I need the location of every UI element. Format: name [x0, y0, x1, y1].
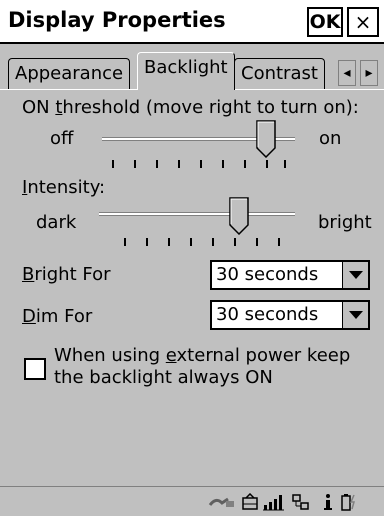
dim-for-label: Dim For	[22, 306, 93, 327]
intensity-max-label: bright	[318, 212, 372, 233]
intensity-slider-thumb[interactable]	[229, 197, 249, 235]
chevron-down-icon[interactable]	[342, 262, 368, 288]
signal-icon[interactable]	[262, 493, 286, 511]
connectivity-icon[interactable]	[208, 493, 236, 511]
intensity-ticks	[110, 238, 290, 246]
intensity-label: Intensity:	[22, 177, 106, 198]
battery-icon[interactable]	[340, 493, 360, 511]
intensity-slider-track[interactable]	[99, 212, 295, 216]
taskbar	[0, 486, 384, 516]
tab-strip: Appearance Backlight Contrast ◂ ▸	[0, 44, 384, 90]
close-button[interactable]: ×	[347, 7, 379, 37]
threshold-max-label: on	[319, 128, 342, 149]
display-properties-window: Display Properties OK × Appearance Backl…	[0, 0, 384, 516]
intensity-min-label: dark	[36, 212, 77, 233]
title-bar: Display Properties OK ×	[0, 0, 384, 44]
external-power-label: When using external power keep the backl…	[54, 345, 351, 388]
threshold-slider-thumb[interactable]	[256, 120, 276, 158]
dim-for-select[interactable]: 30 seconds	[210, 300, 370, 330]
tab-appearance[interactable]: Appearance	[8, 58, 131, 90]
keyboard-icon[interactable]	[240, 493, 260, 511]
window-title: Display Properties	[8, 8, 226, 32]
dim-for-value: 30 seconds	[216, 304, 319, 325]
info-icon[interactable]	[322, 493, 334, 511]
bright-for-value: 30 seconds	[216, 264, 319, 285]
threshold-ticks	[110, 160, 290, 168]
threshold-min-label: off	[50, 128, 74, 149]
tab-scroll-right-icon[interactable]: ▸	[360, 60, 378, 86]
chevron-down-icon[interactable]	[342, 302, 368, 328]
bright-for-label: Bright For	[22, 264, 111, 285]
tab-scroll-left-icon[interactable]: ◂	[338, 60, 356, 86]
external-power-checkbox[interactable]	[24, 358, 46, 380]
tab-backlight[interactable]: Backlight	[137, 52, 235, 90]
bright-for-select[interactable]: 30 seconds	[210, 260, 370, 290]
tab-contrast[interactable]: Contrast	[234, 58, 325, 90]
network-icon[interactable]	[291, 493, 311, 511]
threshold-label: ON threshold (move right to turn on):	[22, 97, 359, 118]
ok-button[interactable]: OK	[307, 7, 343, 37]
